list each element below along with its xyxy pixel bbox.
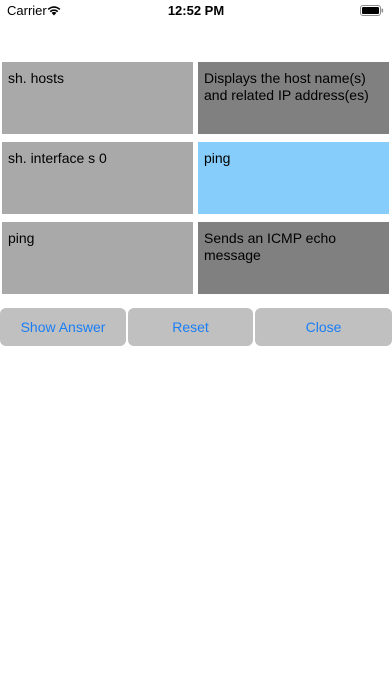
definition-label: Displays the host name(s) and related IP… xyxy=(204,70,369,103)
close-button[interactable]: Close xyxy=(255,308,392,346)
term-label: sh. hosts xyxy=(8,70,65,86)
status-bar: Carrier 12:52 PM xyxy=(0,0,392,22)
term-cell-3[interactable]: ping xyxy=(2,222,193,294)
definition-label: Sends an ICMP echo message xyxy=(204,230,337,263)
term-label: sh. interface s 0 xyxy=(8,150,107,166)
term-label: ping xyxy=(8,230,35,246)
term-cell-2[interactable]: sh. interface s 0 xyxy=(2,142,193,214)
definition-label: ping xyxy=(204,150,231,166)
battery-icon xyxy=(360,5,384,16)
term-cell-1[interactable]: sh. hosts xyxy=(2,62,193,134)
show-answer-button[interactable]: Show Answer xyxy=(0,308,126,346)
reset-button[interactable]: Reset xyxy=(128,308,253,346)
definition-cell-2-selected[interactable]: ping xyxy=(198,142,389,214)
definition-cell-1[interactable]: Displays the host name(s) and related IP… xyxy=(198,62,389,134)
status-time: 12:52 PM xyxy=(167,3,225,18)
definition-cell-3[interactable]: Sends an ICMP echo message xyxy=(198,222,389,294)
